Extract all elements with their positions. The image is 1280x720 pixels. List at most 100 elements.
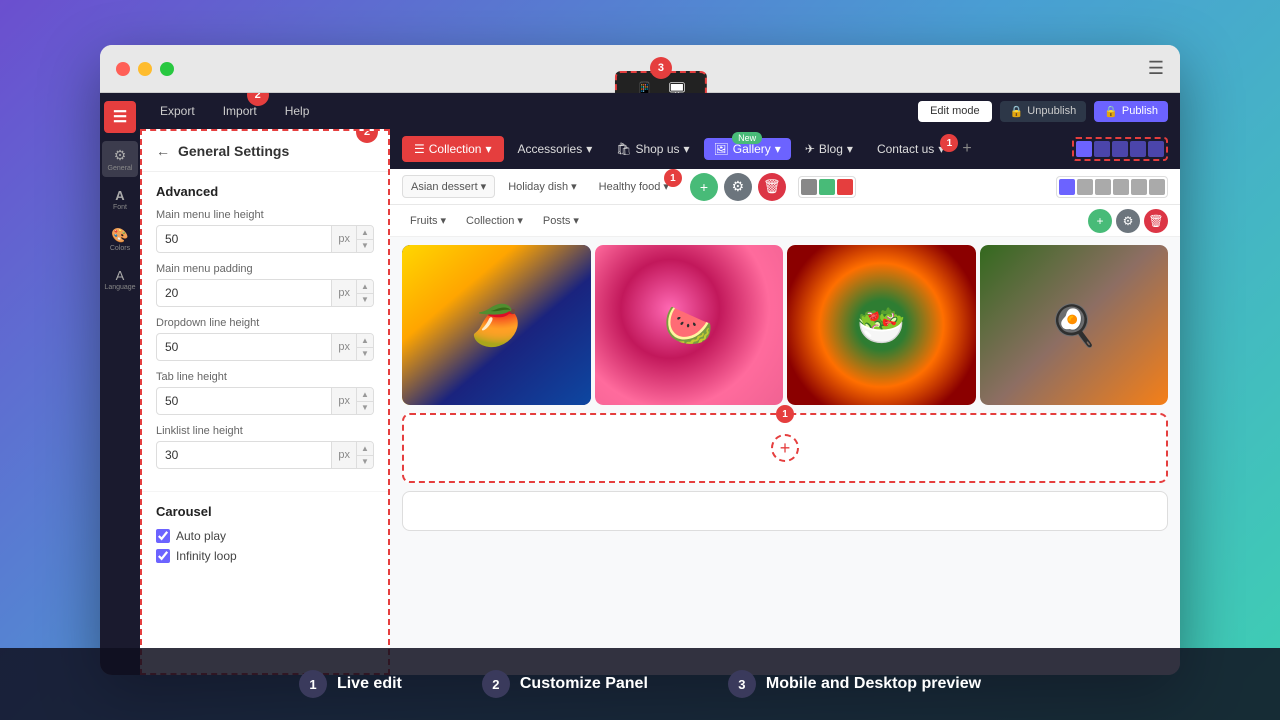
main-menu-height-spinners: ▲ ▼ xyxy=(356,226,373,252)
submenu-add-button[interactable]: + xyxy=(690,173,718,201)
collection2-label: Collection xyxy=(466,215,514,227)
nav-blog[interactable]: ✈ Blog ▾ xyxy=(795,138,863,160)
layout-btn-3[interactable] xyxy=(1112,141,1128,157)
unpublish-button[interactable]: 🔒 Unpublish xyxy=(1000,101,1087,122)
advanced-section-title: Advanced xyxy=(156,184,374,199)
layout-toggle-1[interactable] xyxy=(1059,179,1075,195)
traffic-light-yellow[interactable] xyxy=(138,62,152,76)
spin-up[interactable]: ▲ xyxy=(357,226,373,240)
submenu2-collection[interactable]: Collection ▾ xyxy=(458,211,531,230)
autoplay-checkbox-row: Auto play xyxy=(156,529,374,543)
submenu2-trash-btn[interactable]: 🗑 xyxy=(1144,209,1168,233)
spin-up-3[interactable]: ▲ xyxy=(357,334,373,348)
color-btn-gray[interactable] xyxy=(801,179,817,195)
submenu-gear-button[interactable]: ⚙ xyxy=(724,173,752,201)
spin-down-2[interactable]: ▼ xyxy=(357,294,373,307)
autoplay-checkbox[interactable] xyxy=(156,529,170,543)
sidebar-item-general[interactable]: ⚙ General xyxy=(102,141,138,177)
add-section-plus-button[interactable]: + xyxy=(771,434,799,462)
submenu-asian-dessert[interactable]: Asian dessert ▾ xyxy=(402,175,495,198)
dropdown-height-input[interactable] xyxy=(157,340,331,354)
export-button[interactable]: Export xyxy=(152,100,203,122)
submenu2-fruits[interactable]: Fruits ▾ xyxy=(402,211,454,230)
main-menu-height-input[interactable] xyxy=(157,232,331,246)
layout-toggle-4[interactable] xyxy=(1113,179,1129,195)
main-menu-padding-input-group: px ▲ ▼ xyxy=(156,279,374,307)
main-menu-height-label: Main menu line height xyxy=(156,209,374,221)
sidebar-item-language[interactable]: A Language xyxy=(102,261,138,297)
layout-toggle-6[interactable] xyxy=(1149,179,1165,195)
nav-collection[interactable]: ☰ Collection ▾ xyxy=(402,136,504,162)
nav-plus-button[interactable]: + xyxy=(958,140,975,158)
browser-menu-icon[interactable]: ☰ xyxy=(1148,58,1164,79)
grid-image-2: 🍉 xyxy=(595,245,784,405)
accessories-chevron: ▾ xyxy=(586,142,592,156)
tab-height-input[interactable] xyxy=(157,394,331,408)
submenu2-gear-btn[interactable]: ⚙ xyxy=(1116,209,1140,233)
posts-chevron: ▾ xyxy=(573,214,579,227)
layout-toggle-5[interactable] xyxy=(1131,179,1147,195)
spin-down-4[interactable]: ▼ xyxy=(357,402,373,415)
linklist-height-label: Linklist line height xyxy=(156,425,374,437)
spin-up-4[interactable]: ▲ xyxy=(357,388,373,402)
layout-toggle-3[interactable] xyxy=(1095,179,1111,195)
submenu-bar-2: Fruits ▾ Collection ▾ Posts ▾ + xyxy=(390,205,1180,237)
spin-down[interactable]: ▼ xyxy=(357,240,373,253)
holiday-dish-label: Holiday dish xyxy=(508,181,568,193)
panel-advanced-section: Advanced Main menu line height px ▲ ▼ xyxy=(142,172,388,492)
layout-btn-2[interactable] xyxy=(1094,141,1110,157)
main-menu-padding-spinners: ▲ ▼ xyxy=(356,280,373,306)
infinity-loop-checkbox[interactable] xyxy=(156,549,170,563)
color-btn-green[interactable] xyxy=(819,179,835,195)
main-content: ☰ Collection ▾ Accessories ▾ 🛍 Shop us xyxy=(390,129,1180,675)
spin-down-3[interactable]: ▼ xyxy=(357,348,373,361)
traffic-light-red[interactable] xyxy=(116,62,130,76)
gallery-icon: 🖼 xyxy=(714,142,729,156)
help-button[interactable]: Help xyxy=(277,100,318,122)
spin-up-5[interactable]: ▲ xyxy=(357,442,373,456)
label-badge-2: 2 xyxy=(482,670,510,698)
lock-icon: 🔒 xyxy=(1010,105,1024,118)
gallery-label: Gallery xyxy=(733,142,771,156)
label-badge-1: 1 xyxy=(299,670,327,698)
submenu2-posts[interactable]: Posts ▾ xyxy=(535,211,587,230)
posts-label: Posts xyxy=(543,215,571,227)
autoplay-label: Auto play xyxy=(176,529,226,543)
publish-button[interactable]: 🔒 Publish xyxy=(1094,101,1168,122)
layout-btn-1[interactable] xyxy=(1076,141,1092,157)
linklist-height-unit: px xyxy=(331,442,356,468)
contact-label: Contact us xyxy=(877,142,934,156)
layout-btn-4[interactable] xyxy=(1130,141,1146,157)
submenu-trash-button[interactable]: 🗑 xyxy=(758,173,786,201)
tab-height-input-group: px ▲ ▼ xyxy=(156,387,374,415)
badge-1-healthyfood: 1 xyxy=(664,169,682,187)
edit-mode-button[interactable]: Edit mode xyxy=(918,101,992,122)
layout-btn-5[interactable] xyxy=(1148,141,1164,157)
browser-chrome: 3 📱 🖥 ☰ xyxy=(100,45,1180,93)
main-menu-padding-input[interactable] xyxy=(157,286,331,300)
layout-toggle-2[interactable] xyxy=(1077,179,1093,195)
panel-back-button[interactable]: ← xyxy=(156,143,170,159)
label-text-1: Live edit xyxy=(337,675,402,693)
spin-up-2[interactable]: ▲ xyxy=(357,280,373,294)
fruits-label: Fruits xyxy=(410,215,438,227)
fruits-chevron: ▾ xyxy=(441,214,447,227)
color-btn-red[interactable] xyxy=(837,179,853,195)
sidebar-language-label: Language xyxy=(104,284,135,291)
dropdown-height-unit: px xyxy=(331,334,356,360)
nav-accessories[interactable]: Accessories ▾ xyxy=(508,138,603,160)
tab-height-unit: px xyxy=(331,388,356,414)
layout-toggle-row xyxy=(1056,176,1168,198)
linklist-height-input[interactable] xyxy=(157,448,331,462)
spin-down-5[interactable]: ▼ xyxy=(357,456,373,469)
sidebar-item-colors[interactable]: 🎨 Colors xyxy=(102,221,138,257)
traffic-light-green[interactable] xyxy=(160,62,174,76)
holiday-dish-chevron: ▾ xyxy=(571,180,577,193)
form-group-main-menu-height: Main menu line height px ▲ ▼ xyxy=(156,209,374,253)
sidebar-colors-label: Colors xyxy=(110,245,130,252)
submenu-holiday-dish[interactable]: Holiday dish ▾ xyxy=(499,175,585,198)
submenu2-add-btn[interactable]: + xyxy=(1088,209,1112,233)
blog-label: Blog xyxy=(819,142,843,156)
sidebar-item-font[interactable]: A Font xyxy=(102,181,138,217)
nav-shop-us[interactable]: 🛍 Shop us ▾ xyxy=(606,138,699,160)
